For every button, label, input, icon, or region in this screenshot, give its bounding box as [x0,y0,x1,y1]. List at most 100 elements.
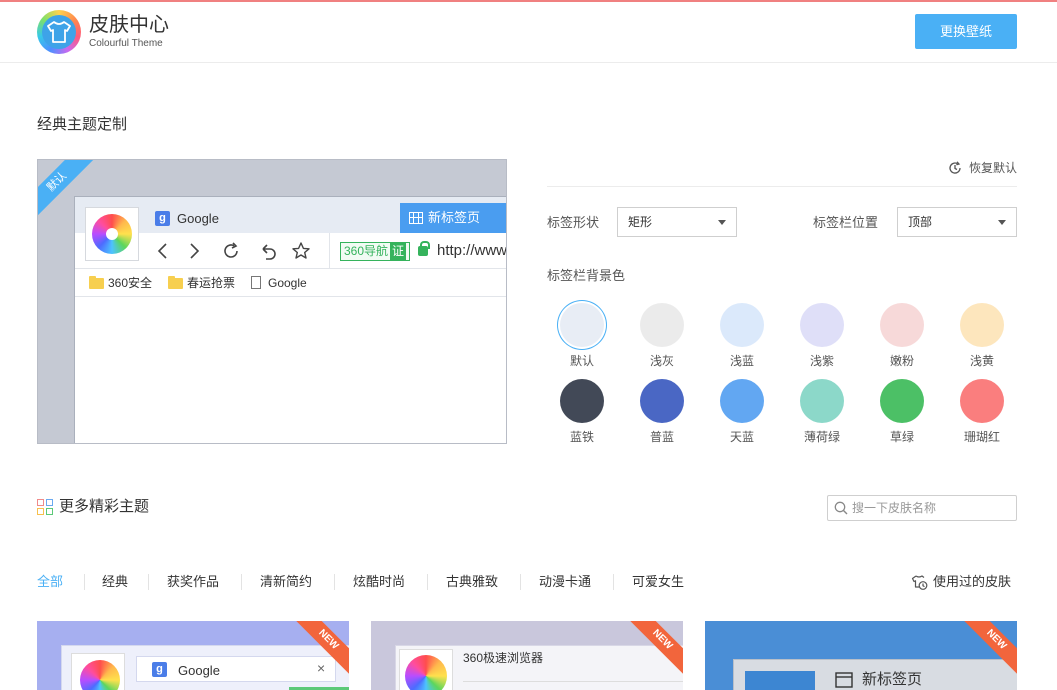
used-skins-label: 使用过的皮肤 [933,574,1012,589]
tabbar-position-select[interactable]: 顶部 [897,207,1017,237]
category-award[interactable]: 获奖作品 [167,573,219,591]
category-cool[interactable]: 炫酷时尚 [353,573,405,591]
skin-search-input[interactable] [852,499,1012,517]
app-title: 皮肤中心 [89,14,169,36]
color-swatch[interactable] [800,303,844,347]
classic-theme-title: 经典主题定制 [37,116,128,133]
google-icon: g [152,662,167,677]
card-tab-label: Google [178,663,220,678]
forward-icon [190,243,200,259]
category-separator [427,574,428,590]
preview-tab-newtab: 新标签页 [400,203,506,233]
preview-tab-google-label: Google [177,211,219,226]
themes-grid-icon [37,499,54,516]
preview-url: http://www [437,242,507,259]
color-swatch[interactable] [560,303,604,347]
category-separator [84,574,85,590]
refresh-icon [224,242,238,258]
card-toolbar-line [463,681,683,682]
color-swatch[interactable] [720,303,764,347]
tab-shape-select[interactable]: 矩形 [617,207,737,237]
bookmark-item: Google [249,274,307,292]
browser-logo [85,207,139,261]
tabbar-bg-color-label: 标签栏背景色 [547,268,626,283]
preview-address-bar: 360导航证 http://www [329,233,507,269]
browser-preview: g Google 新标签页 360导航证 http://www 360安全 春运… [74,196,507,443]
card-logo-box [745,671,815,690]
restore-default-button[interactable]: 恢复默认 [948,159,1017,177]
category-separator [613,574,614,590]
color-swatch-label: 天蓝 [729,430,754,444]
color-swatch-label: 珊瑚红 [963,430,1000,444]
360-nav-badge: 360导航证 [340,242,411,261]
card-title-text: 360极速浏览器 [463,651,544,665]
star-icon [292,242,310,259]
color-swatch[interactable] [560,379,604,423]
color-swatch[interactable] [640,303,684,347]
color-swatch-label: 浅蓝 [729,354,754,368]
category-anime[interactable]: 动漫卡通 [539,573,591,591]
color-swatch-label: 草绿 [889,430,914,444]
back-icon [157,243,167,259]
category-separator [148,574,149,590]
360-nav-badge-text: 360导航 [344,244,389,258]
category-separator [241,574,242,590]
color-swatch-label: 嫩粉 [889,354,914,368]
theme-preview: 默认 g Google 新标签页 360导航证 http://www 360安全… [37,159,507,444]
theme-card[interactable]: 360极速浏览器 NEW [371,621,683,690]
preview-bookmarks-bar: 360安全 春运抢票 Google [75,269,506,297]
preview-tab-newtab-label: 新标签页 [428,210,481,225]
color-swatch[interactable] [640,379,684,423]
bookmark-label: Google [268,276,307,290]
theme-card[interactable]: g Google × NEW [37,621,349,690]
caret-down-icon [718,220,726,225]
color-swatch[interactable] [800,379,844,423]
color-swatch[interactable] [960,303,1004,347]
category-fresh[interactable]: 清新简约 [260,573,312,591]
tabbar-position-value: 顶部 [908,215,933,229]
divider [547,186,1017,187]
card-logo-box [71,653,125,690]
used-skins-button[interactable]: 使用过的皮肤 [911,573,1011,591]
category-separator [334,574,335,590]
search-icon [834,501,848,515]
color-swatch[interactable] [720,379,764,423]
category-classic[interactable]: 经典 [102,573,128,591]
color-swatch-label: 浅紫 [809,354,834,368]
color-swatch-label: 薄荷绿 [803,430,840,444]
folder-icon [89,276,104,289]
bookmark-label: 春运抢票 [187,276,236,290]
color-swatch-label: 默认 [569,354,594,368]
color-swatch[interactable] [880,379,924,423]
category-elegant[interactable]: 古典雅致 [446,573,498,591]
restore-default-label: 恢复默认 [969,161,1018,175]
color-swatch-label: 浅灰 [649,354,674,368]
theme-card[interactable]: 新标签页 NEW [705,621,1017,690]
restore-icon [949,161,961,174]
tab-shape-label: 标签形状 [547,215,600,230]
preview-tab-google: g Google [155,209,219,229]
color-swatch-label: 普蓝 [649,430,674,444]
360-browser-logo-icon [92,214,132,254]
cert-badge: 证 [390,243,407,260]
category-all[interactable]: 全部 [37,573,63,591]
more-themes-title: 更多精彩主题 [59,498,150,515]
close-icon: × [317,660,326,676]
grid-icon [409,212,423,224]
category-cute[interactable]: 可爱女生 [632,573,684,591]
color-swatch[interactable] [960,379,1004,423]
lock-icon [418,241,430,256]
tshirt-icon [47,21,71,43]
skin-search-box [827,495,1017,521]
card-logo-box [399,649,453,690]
bookmark-item: 春运抢票 [168,274,235,292]
category-separator [520,574,521,590]
app-subtitle: Colourful Theme [89,38,163,49]
360-browser-logo-icon [405,655,447,690]
change-wallpaper-button[interactable]: 更换壁纸 [915,14,1017,49]
color-swatch[interactable] [880,303,924,347]
tab-shape-value: 矩形 [628,215,653,229]
preview-toolbar: 360导航证 http://www [75,233,507,269]
360-browser-logo-icon [80,660,120,690]
newtab-icon [835,672,853,688]
